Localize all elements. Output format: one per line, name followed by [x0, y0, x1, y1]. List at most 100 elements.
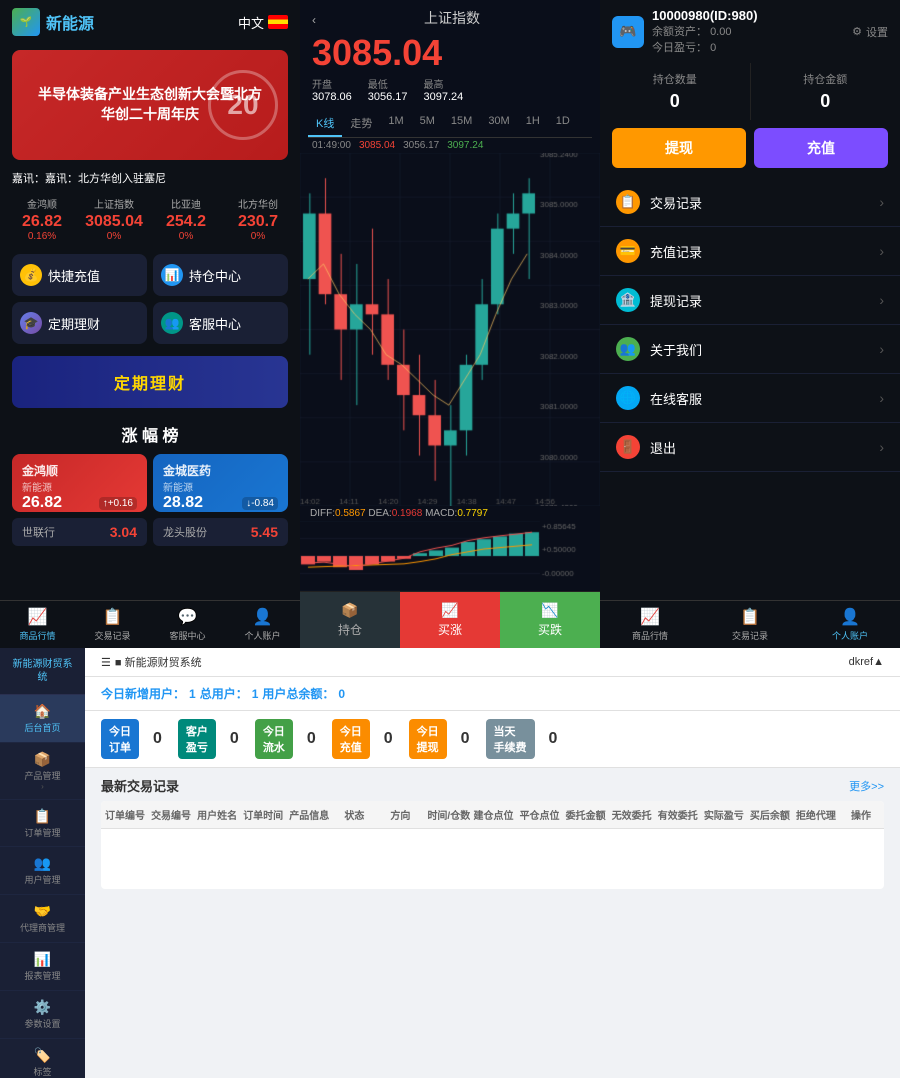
tab-1h[interactable]: 1H	[518, 111, 548, 137]
chart-header: ‹ 上证指数 3085.04 开盘 3078.06 最低 3056.17 最高 …	[300, 0, 600, 111]
col-trade-num: 交易编号	[147, 801, 193, 828]
gain-title: 涨 幅 榜	[0, 414, 300, 454]
menu-withdraw-history[interactable]: 🏦 提现记录 ›	[600, 276, 900, 325]
admin-sidebar: 新能源财贸系统 🏠 后台首页 📦 产品管理 › 📋 订单管理 👥 用户管理 🤝	[0, 648, 85, 1078]
stock-change: ↓-0.84	[242, 497, 278, 510]
nav-service[interactable]: 💬 客服中心	[150, 601, 225, 648]
nav-account[interactable]: 👤 个人账户	[225, 601, 300, 648]
tab-30m[interactable]: 30M	[480, 111, 517, 137]
tab-trend[interactable]: 走势	[342, 111, 380, 137]
sidebar-item-tags[interactable]: 🏷️ 标签	[0, 1039, 85, 1078]
transactions-table: 订单编号 交易编号 用户姓名 订单时间 产品信息 状态 方向 时间/仓数 建仓点…	[101, 801, 884, 889]
menu-logout[interactable]: 🚪 退出 ›	[600, 423, 900, 472]
stock-name: 金城医药	[163, 462, 278, 479]
agents-sidebar-label: 代理商管理	[20, 923, 65, 934]
withdraw-stat-btn[interactable]: 今日提现	[409, 719, 447, 759]
stock-card-jinhongshun[interactable]: 金鸿顺 新能源 26.82 ↑+0.16	[12, 454, 147, 512]
nav-market[interactable]: 📈 商品行情	[0, 601, 75, 648]
tab-1m[interactable]: 1M	[380, 111, 411, 137]
sidebar-item-orders[interactable]: 📋 订单管理	[0, 800, 85, 848]
stat-card-flow: 今日流水 0	[255, 719, 324, 759]
sidebar-item-products[interactable]: 📦 产品管理 ›	[0, 743, 85, 800]
positions-label: 持仓中心	[189, 266, 241, 285]
market-item[interactable]: 北方华创 230.7 0%	[224, 196, 292, 242]
right-panel: 🎮 10000980(ID:980) 余额资产： 0.00 今日盈亏： 0 ⚙ …	[600, 0, 900, 648]
menu-online-service[interactable]: 🌐 在线客服 ›	[600, 374, 900, 423]
finance-promo[interactable]: 定期理财	[12, 356, 288, 408]
quick-btn-recharge[interactable]: 💰 快捷充值	[12, 254, 147, 296]
sidebar-item-params[interactable]: ⚙️ 参数设置	[0, 991, 85, 1039]
macd-chart	[300, 521, 600, 591]
stock-name: 龙头股份	[163, 524, 207, 540]
tab-15m[interactable]: 15M	[443, 111, 480, 137]
account-nav-label: 个人账户	[244, 629, 280, 642]
quick-btn-service[interactable]: 👥 客服中心	[153, 302, 288, 344]
logout-menu-icon: 🚪	[616, 435, 640, 459]
stock-name: 金鸿顺	[22, 462, 137, 479]
stock-mini-shilian[interactable]: 世联行 3.04	[12, 518, 147, 546]
flow-stat-btn[interactable]: 今日流水	[255, 719, 293, 759]
deposit-btn[interactable]: 充值	[754, 128, 888, 168]
hold-btn[interactable]: 📦 持仓	[300, 592, 400, 648]
market-item[interactable]: 金鸿顺 26.82 0.16%	[8, 196, 76, 242]
users-sidebar-icon: 👥	[34, 855, 51, 872]
recharge-stat-btn[interactable]: 今日充值	[332, 719, 370, 759]
stock-change: ↑+0.16	[99, 497, 137, 510]
profit-stat-btn[interactable]: 客户盈亏	[178, 719, 216, 759]
arrow-icon: ›	[879, 292, 884, 308]
col-actions: 操作	[838, 801, 884, 828]
menu-about[interactable]: 👥 关于我们 ›	[600, 325, 900, 374]
news-ticker: 嘉讯：嘉讯：北方华创入驻塞尼	[0, 166, 300, 190]
quick-btn-finance[interactable]: 🎓 定期理财	[12, 302, 147, 344]
dea-label: DEA:	[368, 508, 391, 519]
service-menu-icon: 🌐	[616, 386, 640, 410]
language-badge[interactable]: 中文	[238, 13, 288, 32]
right-nav-account[interactable]: 👤 个人账户	[800, 601, 900, 648]
stock-card-jincheng[interactable]: 金城医药 新能源 28.82 ↓-0.84	[153, 454, 288, 512]
sidebar-item-reports[interactable]: 📊 报表管理	[0, 943, 85, 991]
market-item[interactable]: 比亚迪 254.2 0%	[152, 196, 220, 242]
buy-rise-icon: 📈	[441, 602, 458, 619]
logo-icon: 🌱	[12, 8, 40, 36]
table-more-link[interactable]: 更多>>	[849, 778, 884, 794]
right-nav-trades[interactable]: 📋 交易记录	[700, 601, 800, 648]
settings-icon: ⚙	[852, 25, 862, 38]
dea-value: 0.1968	[392, 508, 423, 519]
sidebar-arrow: ›	[41, 782, 44, 791]
stock-mini-longtou[interactable]: 龙头股份 5.45	[153, 518, 288, 546]
account-stats: 持仓数量 0 持仓金额 0	[600, 63, 900, 120]
nav-trades[interactable]: 📋 交易记录	[75, 601, 150, 648]
service-nav-icon: 💬	[178, 607, 198, 627]
market-item[interactable]: 上证指数 3085.04 0%	[80, 196, 148, 242]
menu-recharge[interactable]: 💳 充值记录 ›	[600, 227, 900, 276]
market-value: 26.82	[8, 213, 76, 231]
tab-5m[interactable]: 5M	[412, 111, 443, 137]
buy-fall-icon: 📉	[541, 602, 558, 619]
sidebar-item-agents[interactable]: 🤝 代理商管理	[0, 895, 85, 943]
buy-fall-btn[interactable]: 📉 买跌	[500, 592, 600, 648]
menu-trades[interactable]: 📋 交易记录 ›	[600, 178, 900, 227]
arrow-icon: ›	[879, 439, 884, 455]
admin-stat-cards: 今日订单 0 客户盈亏 0 今日流水 0 今日充值 0 今日提现 0 当天手续费…	[85, 711, 900, 768]
tags-sidebar-icon: 🏷️	[34, 1047, 51, 1064]
market-rnav-icon: 📈	[640, 607, 660, 627]
col-time-lots: 时间/仓数	[423, 801, 469, 828]
col-order-time: 订单时间	[239, 801, 285, 828]
tab-1d[interactable]: 1D	[548, 111, 578, 137]
right-nav-market[interactable]: 📈 商品行情	[600, 601, 700, 648]
fee-stat-btn[interactable]: 当天手续费	[486, 719, 535, 759]
settings-btn[interactable]: ⚙ 设置	[852, 24, 888, 40]
admin-top-bar: ☰ ■ 新能源财贸系统 dkref▲	[85, 648, 900, 677]
withdraw-btn[interactable]: 提现	[612, 128, 746, 168]
user-balance: 余额资产： 0.00	[652, 23, 758, 39]
tab-kline[interactable]: K线	[308, 111, 342, 137]
news-prefix: 嘉讯：	[12, 173, 45, 185]
hamburger-icon: ☰	[101, 656, 111, 669]
quick-btn-positions[interactable]: 📊 持仓中心	[153, 254, 288, 296]
new-users-value: 1	[189, 687, 196, 701]
orders-stat-btn[interactable]: 今日订单	[101, 719, 139, 759]
sidebar-item-users[interactable]: 👥 用户管理	[0, 847, 85, 895]
buy-rise-btn[interactable]: 📈 买涨	[400, 592, 500, 648]
sidebar-item-home[interactable]: 🏠 后台首页	[0, 695, 85, 743]
orders-stat-value: 0	[145, 730, 170, 748]
